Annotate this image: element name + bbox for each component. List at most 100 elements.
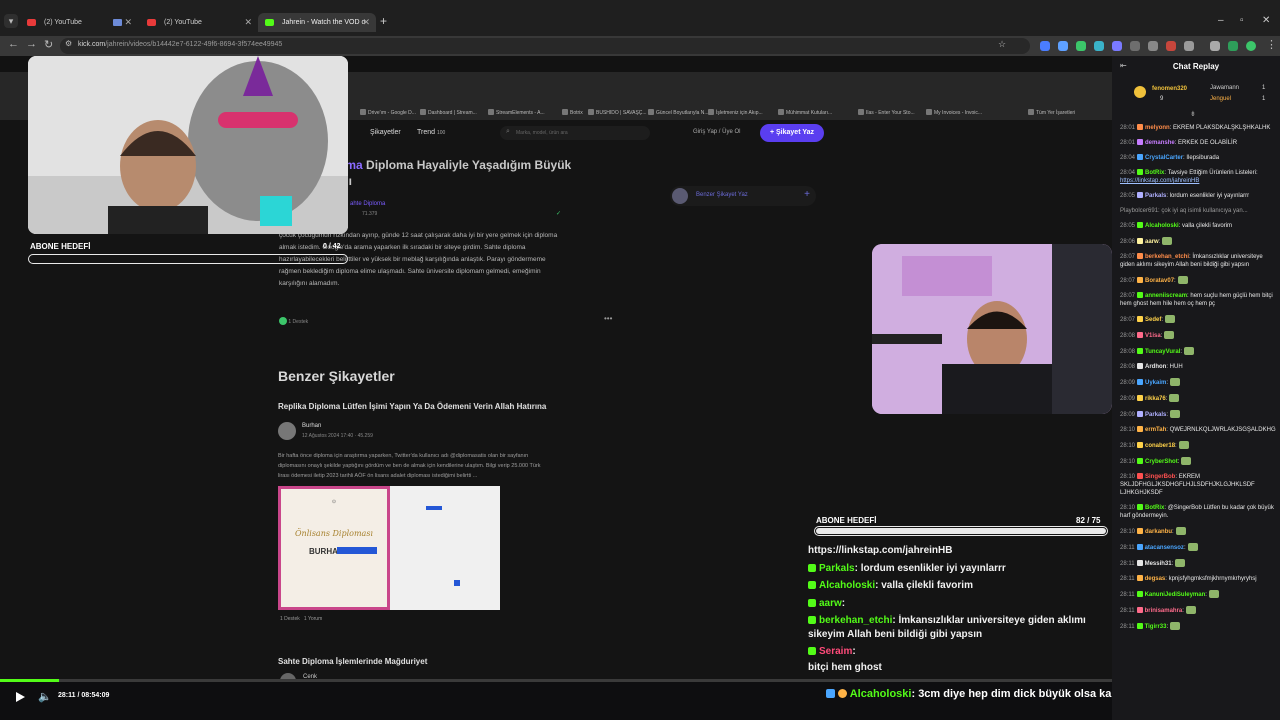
message-username[interactable]: Alcaholoski [1145, 223, 1179, 229]
volume-icon[interactable]: 🔈 [38, 690, 52, 703]
similar-complaint-button[interactable]: Benzer Şikayet Yaz + [670, 186, 816, 206]
emote-icon [1177, 276, 1188, 284]
message-username[interactable]: atacansensoz [1145, 545, 1184, 551]
stream-video[interactable]: Drive'ım - Google D... Dashboard | Strea… [0, 56, 1112, 682]
extension-icon[interactable] [1166, 41, 1176, 51]
site-search-input[interactable]: ⌕ Marka, model, ürün ara [500, 126, 650, 140]
message-username[interactable]: Parkals [1145, 193, 1166, 199]
body-line: Bir hafta önce diploma için araştırma ya… [278, 453, 529, 459]
tab-youtube-1[interactable]: (2) YouTube ✕ [20, 13, 138, 32]
close-icon[interactable]: ✕ [124, 13, 132, 32]
close-icon[interactable]: ✕ [244, 13, 252, 32]
support-button[interactable]: 1 Destek [279, 317, 308, 325]
search-placeholder: Marka, model, ürün ara [516, 130, 568, 136]
tab-youtube-2[interactable]: (2) YouTube ✕ [140, 13, 258, 32]
extension-icon[interactable] [1094, 41, 1104, 51]
similar-title[interactable]: Sahte Diploma İşlemlerinde Mağduriyet [278, 657, 427, 666]
message-link[interactable]: https://linkstap.com/jahreinHB [1120, 178, 1199, 184]
write-complaint-button[interactable]: + Şikayet Yaz [760, 124, 824, 142]
extension-icon[interactable] [1058, 41, 1068, 51]
close-icon[interactable]: ✕ [362, 13, 370, 32]
badge-icon [1137, 169, 1144, 175]
gifter-count: 9 [1160, 96, 1164, 102]
message-username[interactable]: brinisamahra [1145, 608, 1183, 614]
message-username[interactable]: aarw [1145, 239, 1159, 245]
nav-complaints[interactable]: Şikayetler [370, 129, 401, 136]
gifter-count: 1 [1262, 85, 1266, 91]
back-icon[interactable]: ← [8, 38, 19, 50]
more-icon[interactable]: ••• [604, 314, 612, 323]
message-username[interactable]: conaber18 [1145, 443, 1175, 449]
message-username[interactable]: berkehan_etchi [1145, 254, 1189, 260]
message-username[interactable]: Tigirr33 [1145, 624, 1167, 630]
site-info-icon[interactable]: ⚙ [65, 39, 72, 48]
message-username[interactable]: darkanbu [1145, 529, 1172, 535]
message-username[interactable]: SingerBob [1145, 474, 1175, 480]
message-username[interactable]: Boratav07 [1145, 278, 1174, 284]
message-username[interactable]: Sedef [1145, 317, 1161, 323]
login-link[interactable]: Giriş Yap / Üye Ol [693, 129, 740, 135]
download-icon[interactable] [1210, 41, 1220, 51]
message-username[interactable]: Ardhon [1145, 364, 1166, 370]
message-username[interactable]: CrystalCarter [1145, 155, 1183, 161]
overlay-text: : [852, 646, 856, 657]
nav-trend[interactable]: Trend 100 [417, 129, 445, 136]
message-username[interactable]: KanuniJediSuleyman [1145, 592, 1206, 598]
extension-icon[interactable] [1184, 41, 1194, 51]
message-username[interactable]: V1isa [1145, 333, 1161, 339]
message-time: 28:11 [1120, 592, 1135, 598]
message-time: 28:09 [1120, 380, 1136, 386]
play-icon[interactable] [16, 692, 25, 702]
gifter-name[interactable]: Jenguel [1210, 96, 1231, 102]
message-username[interactable]: melyonn [1145, 125, 1170, 131]
new-tab-button[interactable]: + [380, 14, 387, 28]
message-username[interactable]: Parkals [1145, 412, 1166, 418]
message-username[interactable]: CryberShot [1145, 459, 1178, 465]
message-text: : [1182, 608, 1184, 614]
minimize-icon[interactable]: – [1218, 15, 1224, 26]
overlay-text: sikeyim Allah beni bildiği gibi yapsın [808, 629, 983, 640]
address-bar[interactable]: ⚙ kick.com/jahrein/videos/b14442e7-6122-… [60, 38, 1030, 54]
extension-icon[interactable] [1112, 41, 1122, 51]
message-username[interactable]: demanshe [1145, 140, 1175, 146]
message-time: 28:01 [1120, 140, 1136, 146]
badge-icon [1137, 222, 1144, 228]
diploma-image[interactable]: ⊙ Önlisans Diploması BURHAN [278, 486, 390, 610]
message-username[interactable]: Uykaim [1145, 380, 1166, 386]
message-username[interactable]: TuncayVural [1145, 349, 1180, 355]
message-text: : @SingerBob Lütfen bu kadar çok büyük h… [1120, 505, 1274, 519]
similar-title[interactable]: Replika Diploma Lütfen İşimi Yapın Ya Da… [278, 402, 546, 411]
message-username[interactable]: BotRix [1145, 505, 1164, 511]
message-username[interactable]: BotRix [1145, 170, 1164, 176]
sub-goal-bar-right [814, 526, 1108, 536]
message-text: : kpnjsfyhgmksfmjkhrnymkrhyryhsj [1165, 576, 1257, 582]
close-window-icon[interactable]: ✕ [1262, 15, 1270, 26]
extension-icon[interactable] [1228, 41, 1238, 51]
chat-message: 28:04 BotRix: Tavsiye Ettiğim Ürünlerin L… [1120, 169, 1278, 185]
message-username[interactable]: ermTah [1145, 427, 1166, 433]
extension-icon[interactable] [1148, 41, 1158, 51]
message-username[interactable]: anneniiscream [1145, 293, 1187, 299]
tab-kick-vod[interactable]: Jahrein - Watch the VOD o ✕ [258, 13, 376, 32]
message-username[interactable]: rikka76 [1145, 396, 1166, 402]
expand-icon[interactable]: ⇟ [1190, 110, 1196, 118]
extension-icon[interactable] [1040, 41, 1050, 51]
maximize-icon[interactable]: ▫ [1240, 15, 1244, 26]
document-image[interactable] [390, 486, 500, 610]
emote-icon [1175, 527, 1186, 535]
message-username[interactable]: Messih31 [1145, 561, 1172, 567]
menu-icon[interactable]: ⋮ [1266, 38, 1277, 51]
forward-icon[interactable]: → [26, 38, 37, 50]
reload-icon[interactable]: ↻ [44, 38, 53, 51]
star-icon[interactable]: ☆ [998, 39, 1006, 50]
brand-link[interactable]: ahte Diploma [350, 201, 385, 207]
message-time: 28:08 [1120, 349, 1136, 355]
gifter-name[interactable]: fenomen320 [1152, 86, 1187, 92]
tab-search-icon[interactable]: ▾ [4, 14, 18, 28]
extension-icon[interactable] [1130, 41, 1140, 51]
extension-icon[interactable] [1076, 41, 1086, 51]
profile-avatar[interactable] [1246, 41, 1256, 51]
message-username[interactable]: degsas [1145, 576, 1166, 582]
author-name: Burhan [302, 423, 322, 429]
gifter-name[interactable]: Jawamann [1210, 85, 1239, 91]
